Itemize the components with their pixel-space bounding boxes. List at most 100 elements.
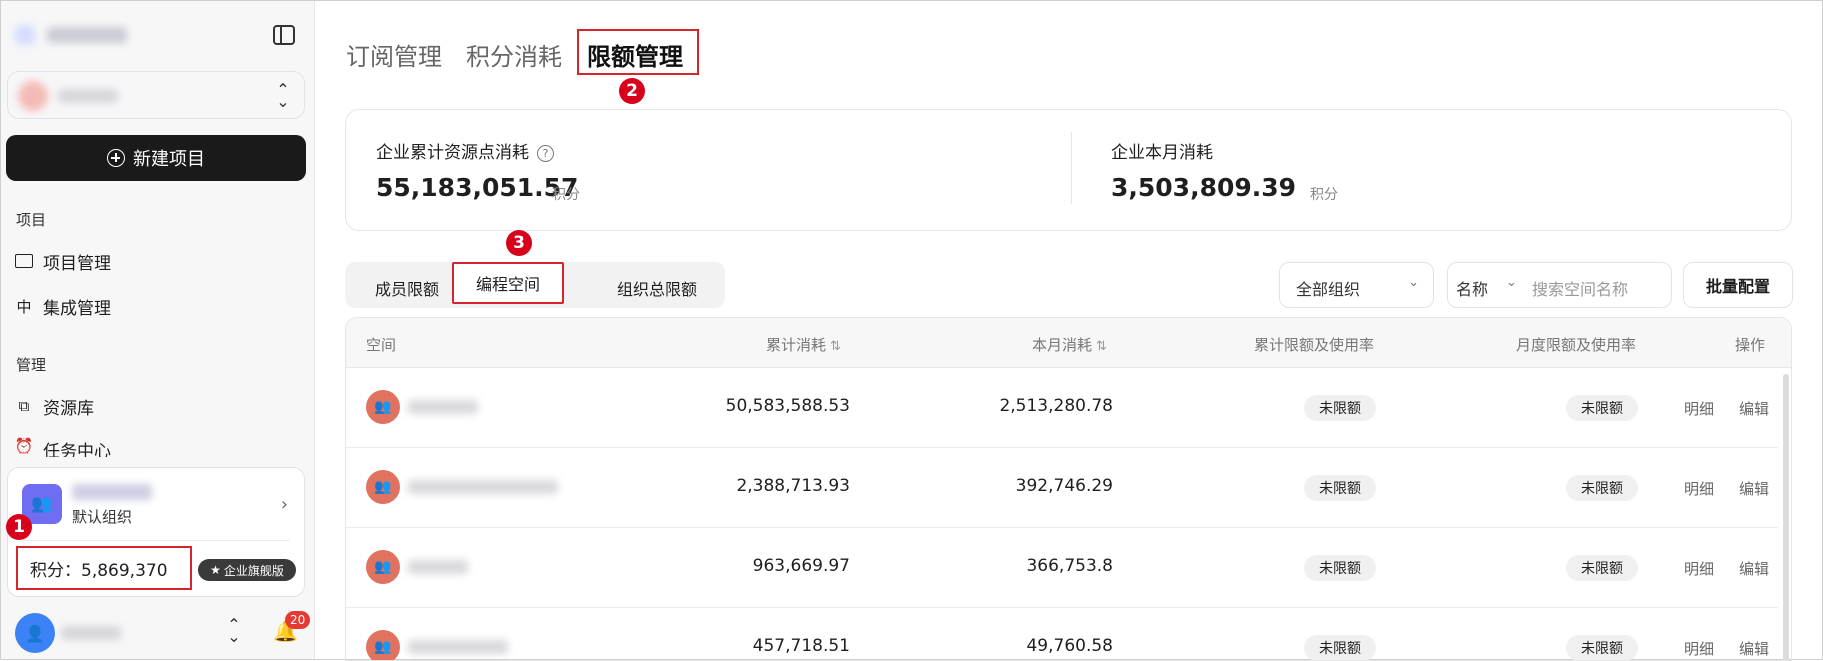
annotation-marker-3: 3 — [506, 230, 532, 256]
column-header-month[interactable]: 本月消耗 ⇅ — [1032, 334, 1107, 355]
table-scrollbar[interactable] — [1783, 374, 1789, 660]
sort-icon: ⇅ — [1096, 339, 1107, 354]
edit-link[interactable]: 编辑 — [1739, 478, 1769, 499]
notification-count-badge: 20 — [285, 611, 311, 629]
detail-link[interactable]: 明细 — [1684, 398, 1714, 419]
clock-icon: ⏰ — [15, 437, 34, 455]
search-input[interactable]: 搜索空间名称 — [1532, 276, 1628, 300]
column-header-month-limit: 月度限额及使用率 — [1516, 336, 1637, 354]
space-avatar: 👥 — [366, 390, 400, 424]
total-consumption-cell: 963,669.97 — [752, 556, 850, 576]
help-icon[interactable]: ? — [537, 144, 554, 162]
month-limit-badge: 未限额 — [1566, 635, 1638, 660]
detail-link[interactable]: 明细 — [1684, 478, 1714, 499]
sidebar-item-label: 资源库 — [43, 398, 94, 419]
segment-coding-space[interactable]: 编程空间 — [452, 262, 564, 304]
edit-link[interactable]: 编辑 — [1739, 638, 1769, 659]
star-icon: ★ — [210, 563, 221, 577]
card-divider — [22, 540, 290, 541]
space-name[interactable] — [408, 640, 508, 654]
workspace-logo[interactable] — [15, 25, 35, 45]
annotation-marker-2: 2 — [619, 78, 645, 104]
search-field-select[interactable]: 名称 — [1456, 276, 1488, 300]
user-avatar[interactable]: 👤 — [15, 613, 55, 653]
project-switcher[interactable]: ⌃ ⌄ — [7, 71, 305, 119]
sidebar-item-integration-management[interactable]: 中 集成管理 — [15, 292, 111, 320]
chevron-down-icon: ⌄ — [1506, 275, 1517, 290]
chevron-updown-icon[interactable]: ⌃ ⌄ — [227, 617, 241, 645]
space-quota-table: 空间 累计消耗 ⇅ 本月消耗 ⇅ 累计限额及使用率 月度限额及使用率 操作 👥 50… — [345, 317, 1792, 661]
total-consumption-value: 55,183,051.57 — [376, 173, 579, 202]
total-consumption-unit: 积分 — [552, 187, 580, 203]
sidebar-item-label: 项目管理 — [43, 253, 111, 274]
month-consumption-unit: 积分 — [1310, 187, 1338, 203]
credits-balance: 积分：5,869,370 — [16, 546, 192, 590]
space-name[interactable] — [408, 400, 478, 414]
edit-link[interactable]: 编辑 — [1739, 398, 1769, 419]
new-project-label: 新建项目 — [133, 149, 205, 170]
table-row: 👥 50,583,588.53 2,513,280.78 未限额 未限额 明细 … — [346, 368, 1778, 448]
org-filter-select[interactable]: 全部组织 ⌄ — [1279, 262, 1434, 308]
section-project-label: 项目 — [16, 211, 47, 229]
stats-divider — [1071, 132, 1072, 204]
total-limit-badge: 未限额 — [1304, 635, 1376, 660]
user-name[interactable] — [61, 626, 121, 640]
project-name — [58, 89, 118, 103]
month-limit-badge: 未限额 — [1566, 475, 1638, 501]
space-avatar: 👥 — [366, 630, 400, 660]
plan-badge: ★ 企业旗舰版 — [198, 559, 296, 581]
new-project-button[interactable]: 新建项目 — [6, 135, 306, 181]
month-consumption-cell: 392,746.29 — [1015, 476, 1113, 496]
column-header-total-limit: 累计限额及使用率 — [1254, 336, 1375, 354]
table-header: 空间 累计消耗 ⇅ 本月消耗 ⇅ 累计限额及使用率 月度限额及使用率 操作 — [346, 318, 1791, 368]
column-header-ops: 操作 — [1735, 336, 1766, 354]
space-name[interactable] — [408, 480, 558, 494]
sidebar-item-label: 集成管理 — [43, 298, 111, 319]
sidebar-item-task-center[interactable]: ⏰ 任务中心 — [15, 437, 111, 457]
space-search-box[interactable]: 名称 ⌄ 搜索空间名称 — [1447, 262, 1672, 308]
section-manage-label: 管理 — [16, 356, 47, 374]
month-consumption-cell: 2,513,280.78 — [999, 396, 1113, 416]
month-limit-badge: 未限额 — [1566, 555, 1638, 581]
folder-icon — [15, 252, 33, 270]
batch-config-button[interactable]: 批量配置 — [1683, 262, 1793, 308]
table-row: 👥 963,669.97 366,753.8 未限额 未限额 明细 编辑 — [346, 528, 1778, 608]
chevron-right-icon[interactable]: › — [281, 494, 288, 515]
month-consumption-label: 企业本月消耗 — [1111, 143, 1213, 163]
workspace-name[interactable] — [47, 27, 127, 43]
sidebar-item-label: 任务中心 — [43, 442, 111, 457]
project-avatar — [18, 81, 48, 111]
chevron-down-icon: ⌄ — [1408, 275, 1419, 290]
sidebar-item-project-management[interactable]: 项目管理 — [15, 247, 111, 275]
consumption-stats-card: 企业累计资源点消耗? 55,183,051.57 积分 企业本月消耗 3,503… — [345, 109, 1792, 231]
space-name[interactable] — [408, 560, 468, 574]
total-consumption-label: 企业累计资源点消耗? — [376, 138, 554, 163]
sidebar-item-resource-library[interactable]: ⧉ 资源库 — [15, 392, 94, 420]
segment-org-total-quota[interactable]: 组织总限额 — [617, 276, 697, 300]
table-row: 👥 457,718.51 49,760.58 未限额 未限额 明细 编辑 — [346, 608, 1778, 660]
total-limit-badge: 未限额 — [1304, 555, 1376, 581]
month-consumption-value: 3,503,809.39 — [1111, 173, 1297, 202]
column-header-total[interactable]: 累计消耗 ⇅ — [766, 334, 841, 355]
edit-link[interactable]: 编辑 — [1739, 558, 1769, 579]
organization-card[interactable]: 👥 默认组织 › 积分：5,869,370 ★ 企业旗舰版 — [7, 467, 305, 597]
space-avatar: 👥 — [366, 470, 400, 504]
total-limit-badge: 未限额 — [1304, 395, 1376, 421]
integration-icon: 中 — [16, 297, 32, 316]
plus-circle-icon — [107, 149, 125, 167]
tab-credit-consumption[interactable]: 积分消耗 — [466, 37, 562, 72]
chevron-updown-icon: ⌃ ⌄ — [276, 80, 290, 111]
detail-link[interactable]: 明细 — [1684, 638, 1714, 659]
sidebar-collapse-icon[interactable] — [273, 25, 295, 45]
main-content: 订阅管理 积分消耗 限额管理 2 企业累计资源点消耗? 55,183,051.5… — [316, 1, 1821, 661]
detail-link[interactable]: 明细 — [1684, 558, 1714, 579]
highlight-box-tab — [577, 29, 699, 75]
sort-icon: ⇅ — [830, 339, 841, 354]
month-consumption-cell: 49,760.58 — [1026, 636, 1113, 656]
table-row: 👥 2,388,713.93 392,746.29 未限额 未限额 明细 编辑 — [346, 448, 1778, 528]
total-consumption-cell: 2,388,713.93 — [736, 476, 850, 496]
total-consumption-cell: 50,583,588.53 — [725, 396, 850, 416]
tab-subscription[interactable]: 订阅管理 — [346, 37, 442, 72]
segment-member-quota[interactable]: 成员限额 — [375, 276, 439, 300]
plan-badge-label: 企业旗舰版 — [223, 563, 284, 578]
